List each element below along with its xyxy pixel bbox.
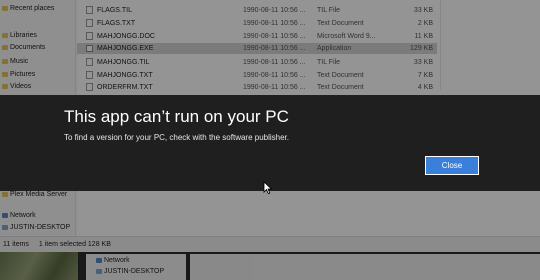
mouse-pointer-icon [263,181,273,195]
close-button[interactable]: Close [425,156,479,175]
dialog-title: This app can’t run on your PC [64,107,289,126]
app-cannot-run-dialog: This app can’t run on your PC To find a … [0,95,540,191]
dialog-message: To find a version for your PC, check wit… [64,133,289,142]
